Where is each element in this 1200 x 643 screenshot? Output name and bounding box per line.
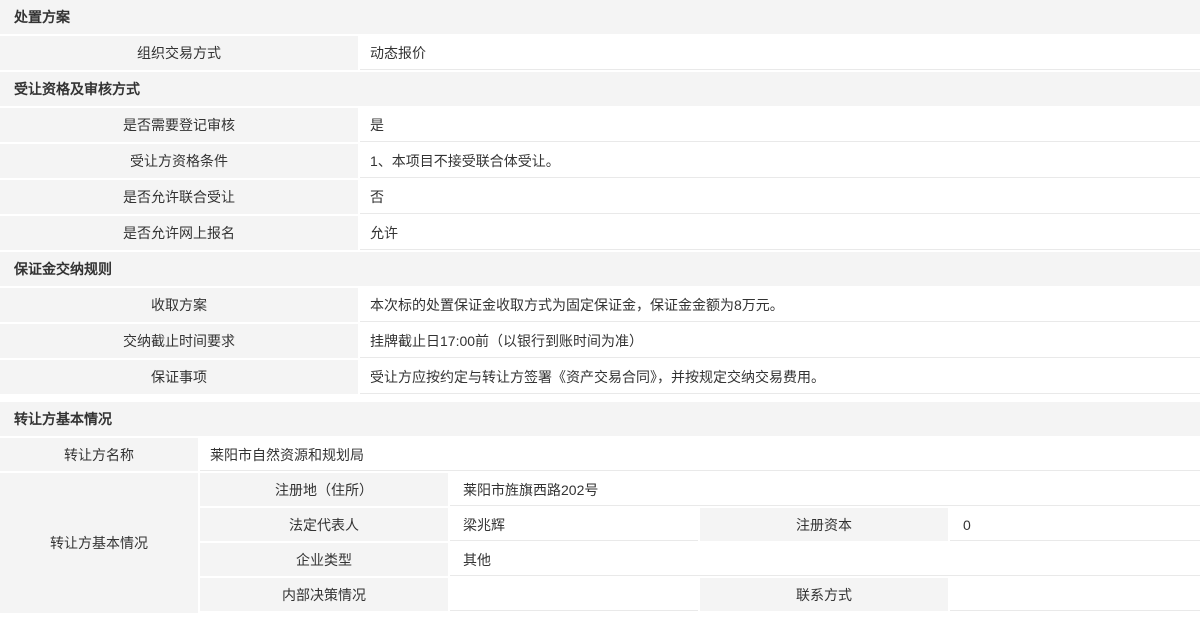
section-header-qualification: 受让资格及审核方式 [0, 72, 1200, 108]
section-title: 受让资格及审核方式 [14, 79, 140, 99]
table-row: 组织交易方式 动态报价 [0, 36, 1200, 72]
section-header-deposit-rules: 保证金交纳规则 [0, 252, 1200, 288]
table-row: 保证事项 受让方应按约定与转让方签署《资产交易合同》，并按规定交纳交易费用。 [0, 360, 1200, 396]
row-value: 梁兆辉 [450, 508, 700, 541]
row-label: 注册地（住所） [200, 473, 450, 506]
row-label: 保证事项 [0, 360, 360, 394]
row-value: 动态报价 [360, 36, 1200, 70]
row-label: 交纳截止时间要求 [0, 324, 360, 358]
table-row: 法定代表人 梁兆辉 注册资本 0 [200, 508, 1200, 543]
row-label: 是否需要登记审核 [0, 108, 360, 142]
row-label: 联系方式 [700, 578, 950, 611]
transferor-detail-group: 转让方基本情况 注册地（住所） 莱阳市旌旗西路202号 法定代表人 梁兆辉 注册… [0, 473, 1200, 613]
table-row: 交纳截止时间要求 挂牌截止日17:00前（以银行到账时间为准） [0, 324, 1200, 360]
table-row: 收取方案 本次标的处置保证金收取方式为固定保证金，保证金金额为8万元。 [0, 288, 1200, 324]
row-value: 莱阳市自然资源和规划局 [200, 438, 1200, 471]
row-label: 转让方名称 [0, 438, 200, 471]
row-label: 收取方案 [0, 288, 360, 322]
table-row: 转让方名称 莱阳市自然资源和规划局 [0, 438, 1200, 473]
row-label: 是否允许联合受让 [0, 180, 360, 214]
row-value: 受让方应按约定与转让方签署《资产交易合同》，并按规定交纳交易费用。 [360, 360, 1200, 394]
section-header-disposal-plan: 处置方案 [0, 0, 1200, 36]
row-value: 允许 [360, 216, 1200, 250]
table-row: 企业类型 其他 [200, 543, 1200, 578]
section-title: 转让方基本情况 [14, 409, 112, 429]
row-value: 莱阳市旌旗西路202号 [450, 473, 1200, 506]
row-label: 组织交易方式 [0, 36, 360, 70]
row-value: 其他 [450, 543, 1200, 576]
row-value [950, 578, 1200, 611]
row-label: 内部决策情况 [200, 578, 450, 611]
table-row: 是否需要登记审核 是 [0, 108, 1200, 144]
table-row: 是否允许网上报名 允许 [0, 216, 1200, 252]
section-title: 处置方案 [14, 7, 70, 27]
row-value: 本次标的处置保证金收取方式为固定保证金，保证金金额为8万元。 [360, 288, 1200, 322]
row-label: 企业类型 [200, 543, 450, 576]
table-row: 内部决策情况 联系方式 [200, 578, 1200, 613]
row-value [450, 578, 700, 611]
row-value: 1、本项目不接受联合体受让。 [360, 144, 1200, 178]
row-value: 0 [950, 508, 1200, 541]
row-label: 是否允许网上报名 [0, 216, 360, 250]
listing-detail-page: 处置方案 组织交易方式 动态报价 受让资格及审核方式 是否需要登记审核 是 受让… [0, 0, 1200, 613]
table-row: 注册地（住所） 莱阳市旌旗西路202号 [200, 473, 1200, 508]
row-label: 注册资本 [700, 508, 950, 541]
row-label: 法定代表人 [200, 508, 450, 541]
row-value: 是 [360, 108, 1200, 142]
group-label: 转让方基本情况 [0, 473, 200, 613]
transferor-section: 转让方基本情况 转让方名称 莱阳市自然资源和规划局 转让方基本情况 注册地（住所… [0, 402, 1200, 613]
section-header-transferor: 转让方基本情况 [0, 402, 1200, 438]
section-title: 保证金交纳规则 [14, 259, 112, 279]
row-label: 受让方资格条件 [0, 144, 360, 178]
nested-table: 注册地（住所） 莱阳市旌旗西路202号 法定代表人 梁兆辉 注册资本 0 企业类… [200, 473, 1200, 613]
table-row: 受让方资格条件 1、本项目不接受联合体受让。 [0, 144, 1200, 180]
row-value: 挂牌截止日17:00前（以银行到账时间为准） [360, 324, 1200, 358]
table-row: 是否允许联合受让 否 [0, 180, 1200, 216]
row-value: 否 [360, 180, 1200, 214]
